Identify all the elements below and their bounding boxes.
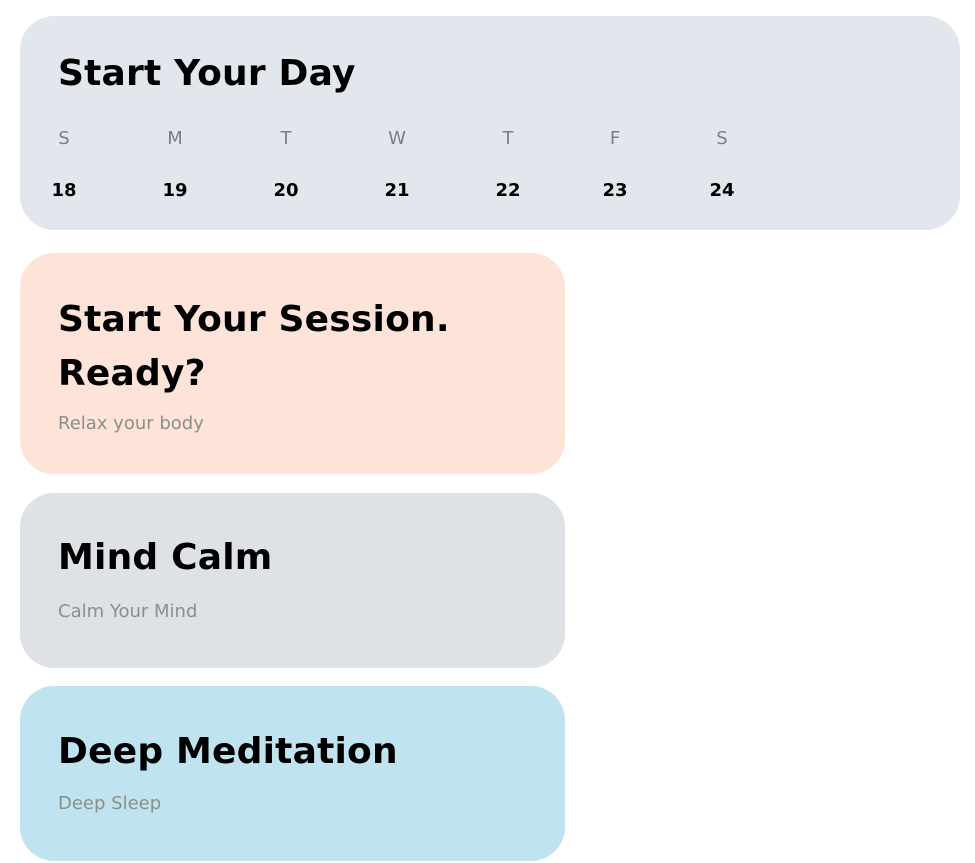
calendar-day-thursday[interactable]: T 22 (493, 127, 523, 203)
session-card-title: Start Your Session. Ready? (58, 299, 450, 394)
deep-card-title: Deep Meditation (58, 731, 398, 772)
day-number: 21 (384, 180, 410, 201)
day-number: 18 (51, 180, 77, 201)
mind-card-subtitle: Calm Your Mind (58, 601, 198, 622)
mind-calm-card[interactable]: Mind Calm Calm Your Mind (20, 493, 565, 668)
session-card-subtitle: Relax your body (58, 413, 204, 434)
calendar-day-wednesday[interactable]: W 21 (382, 127, 412, 203)
day-card-title: Start Your Day (58, 53, 356, 94)
calendar-day-monday[interactable]: M 19 (160, 127, 190, 203)
deep-meditation-card[interactable]: Deep Meditation Deep Sleep (20, 686, 565, 861)
day-letter: T (280, 128, 292, 149)
day-letter: T (502, 128, 514, 149)
mind-card-title: Mind Calm (58, 537, 273, 578)
day-letter: W (388, 128, 406, 149)
day-letter: F (609, 128, 621, 149)
day-number: 22 (495, 180, 521, 201)
calendar-day-friday[interactable]: F 23 (600, 127, 630, 203)
day-letter: M (167, 128, 183, 149)
day-number: 19 (162, 180, 188, 201)
day-letter: S (58, 128, 70, 149)
start-session-card[interactable]: Start Your Session. Ready? Relax your bo… (20, 253, 565, 474)
deep-card-subtitle: Deep Sleep (58, 793, 162, 814)
calendar-day-saturday[interactable]: S 24 (707, 127, 737, 203)
day-number: 20 (273, 180, 299, 201)
day-number: 24 (709, 180, 735, 201)
calendar-day-sunday[interactable]: S 18 (49, 127, 79, 203)
start-your-day-card: Start Your Day S 18 M 19 T 20 W 21 T 22 … (20, 16, 960, 230)
week-calendar: S 18 M 19 T 20 W 21 T 22 F 23 S 24 (51, 127, 758, 217)
day-number: 23 (602, 180, 628, 201)
calendar-day-tuesday[interactable]: T 20 (271, 127, 301, 203)
day-letter: S (716, 128, 728, 149)
